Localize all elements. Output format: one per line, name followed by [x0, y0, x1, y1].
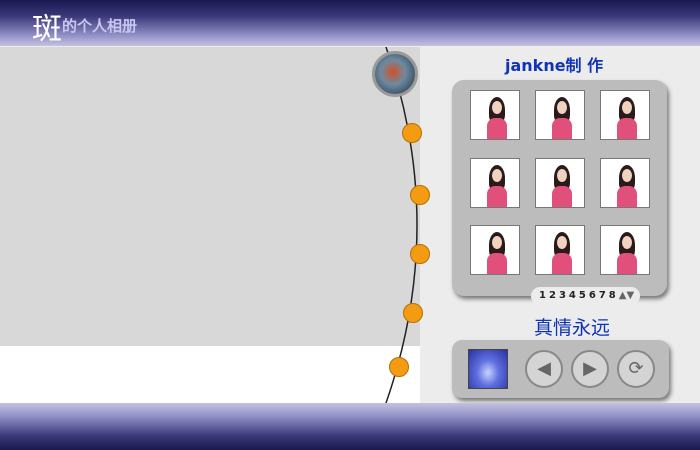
motto-text: 真情永远	[534, 317, 611, 339]
header-bar: 斑 的个人相册	[0, 0, 700, 47]
next-icon: ▶	[583, 358, 597, 379]
nav-dot-2[interactable]	[410, 185, 430, 205]
photo-thumbnail[interactable]	[600, 225, 650, 275]
current-photo-thumbnail[interactable]	[372, 51, 418, 97]
photo-thumbnail[interactable]	[470, 158, 520, 208]
nav-dot-5[interactable]	[389, 357, 409, 377]
nav-dot-3[interactable]	[410, 244, 430, 264]
prev-icon: ◀	[537, 358, 551, 379]
photo-thumbnail[interactable]	[600, 90, 650, 140]
logo: 斑	[32, 12, 62, 47]
photo-thumbnail[interactable]	[535, 90, 585, 140]
photo-thumbnail[interactable]	[600, 158, 650, 208]
page-link[interactable]: 3	[559, 290, 566, 301]
photo-thumbnail[interactable]	[470, 90, 520, 140]
page-link[interactable]: 4	[569, 290, 576, 301]
page-down-icon[interactable]: ▼	[626, 290, 634, 301]
next-button[interactable]: ▶	[571, 350, 609, 388]
photo-thumbnail[interactable]	[535, 225, 585, 275]
loop-button[interactable]: ⟳	[617, 350, 655, 388]
photo-thumbnail[interactable]	[470, 225, 520, 275]
page-selector: 1 2 3 4 5 6 7 8 ▲▼	[531, 287, 641, 305]
nav-dot-1[interactable]	[402, 123, 422, 143]
previous-button[interactable]: ◀	[525, 350, 563, 388]
nav-dot-4[interactable]	[403, 303, 423, 323]
author-label: jankne制 作	[505, 56, 604, 75]
page-link[interactable]: 1	[539, 290, 546, 301]
page-link[interactable]: 8	[609, 290, 616, 301]
page-title: 的个人相册	[62, 17, 138, 35]
thumbnail-grid	[452, 80, 667, 296]
loop-icon: ⟳	[628, 358, 644, 379]
page-link[interactable]: 7	[599, 290, 606, 301]
page-link[interactable]: 5	[579, 290, 586, 301]
page-link[interactable]: 2	[549, 290, 556, 301]
control-panel: ◀ ▶ ⟳	[452, 340, 669, 398]
photo-thumbnail[interactable]	[535, 158, 585, 208]
page-link[interactable]: 6	[589, 290, 596, 301]
preview-thumbnail[interactable]	[468, 349, 508, 389]
footer-bar	[0, 403, 700, 450]
